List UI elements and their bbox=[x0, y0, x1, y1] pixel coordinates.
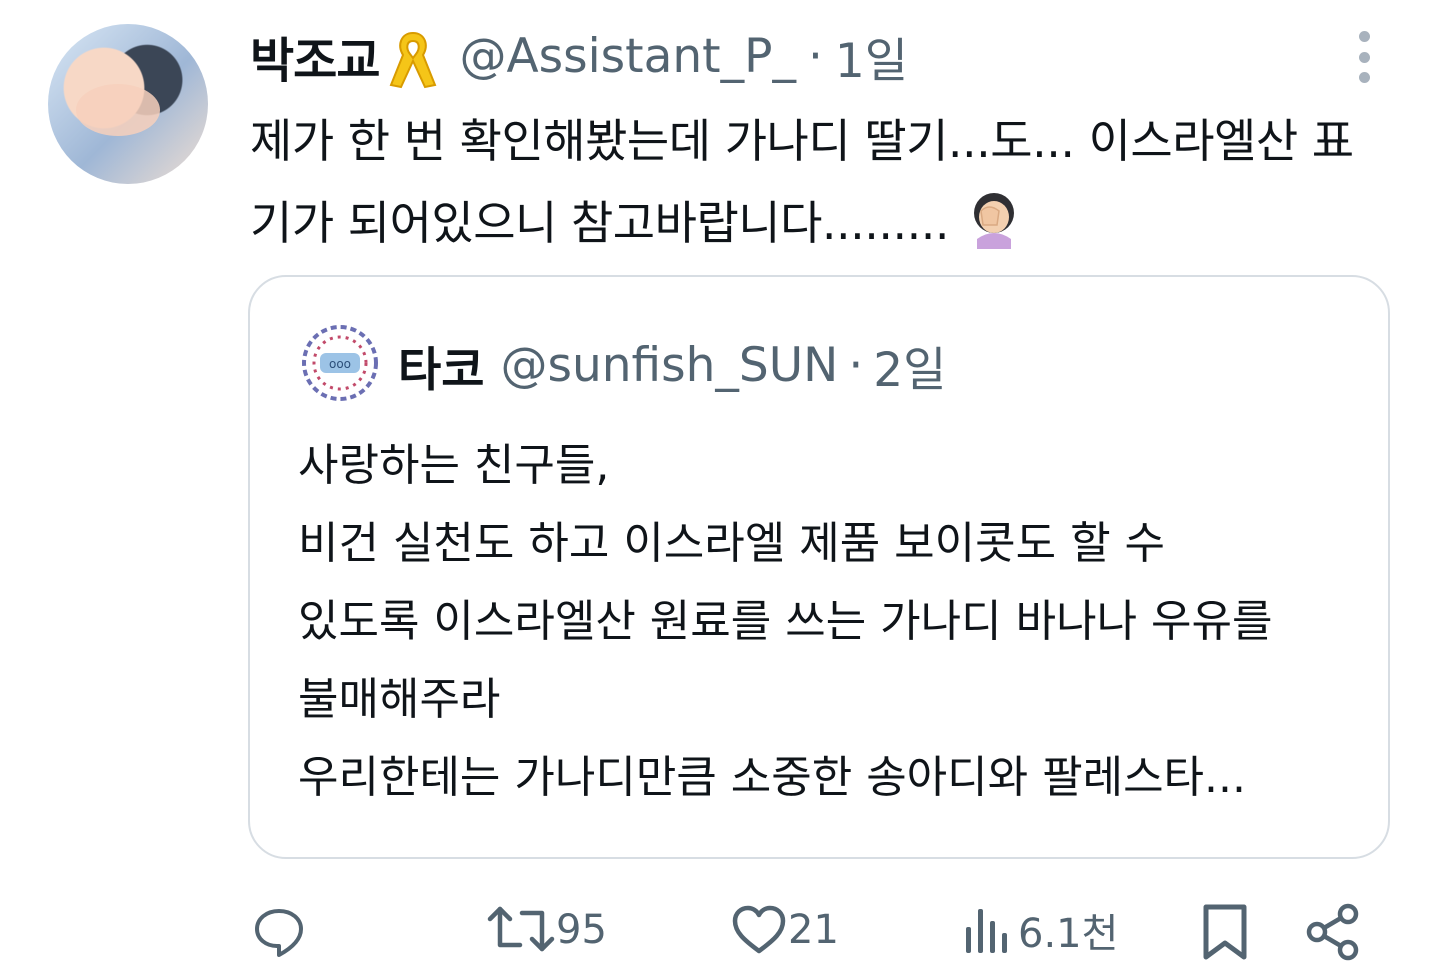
like-count: 21 bbox=[788, 907, 839, 953]
timestamp[interactable]: 1일 bbox=[835, 22, 908, 91]
face-palm-icon bbox=[967, 191, 1021, 249]
quote-handle[interactable]: @sunfish_SUN bbox=[500, 338, 838, 393]
svg-text:ooo: ooo bbox=[329, 357, 351, 371]
quote-avatar[interactable]: ooo bbox=[300, 323, 380, 403]
tweet-text: 제가 한 번 확인해봤는데 가나디 딸기...도... 이스라엘산 표기가 되어… bbox=[250, 100, 1395, 264]
reply-button[interactable] bbox=[250, 901, 308, 959]
retweet-button[interactable]: 95 bbox=[486, 901, 607, 959]
tweet-header: 박조교 @Assistant_P_ · 1일 bbox=[250, 20, 908, 92]
quote-display-name[interactable]: 타코 bbox=[398, 331, 484, 400]
share-icon bbox=[1306, 903, 1359, 961]
quote-separator-dot: · bbox=[848, 337, 864, 393]
like-button[interactable]: 21 bbox=[730, 901, 839, 959]
analytics-icon bbox=[966, 909, 1007, 953]
yellow-ribbon-icon bbox=[385, 27, 441, 91]
retweet-icon bbox=[487, 906, 555, 952]
heart-icon bbox=[732, 905, 786, 954]
retweet-count: 95 bbox=[556, 907, 607, 953]
reply-icon bbox=[255, 909, 303, 957]
handle[interactable]: @Assistant_P_ bbox=[459, 29, 795, 84]
bookmark-icon bbox=[1203, 904, 1247, 960]
share-button[interactable] bbox=[1302, 901, 1364, 963]
avatar[interactable] bbox=[48, 24, 208, 184]
action-bar: 95 21 6.1천 bbox=[0, 895, 1440, 970]
quote-text: 사랑하는 친구들, 비건 실천도 하고 이스라엘 제품 보이콧도 할 수 있도록… bbox=[298, 440, 1273, 803]
quote-header: 타코 @sunfish_SUN · 2일 bbox=[398, 329, 946, 401]
views-count: 6.1천 bbox=[1018, 911, 1119, 957]
display-name[interactable]: 박조교 bbox=[250, 21, 380, 91]
more-options-icon[interactable] bbox=[1358, 31, 1370, 83]
quoted-tweet[interactable]: ooo 타코 @sunfish_SUN · 2일 사랑하는 친구들, 비건 실천… bbox=[248, 275, 1390, 859]
tweet-text-content: 제가 한 번 확인해봤는데 가나디 딸기...도... 이스라엘산 표기가 되어… bbox=[250, 114, 1354, 250]
bookmark-button[interactable] bbox=[1196, 901, 1254, 963]
views-button[interactable]: 6.1천 bbox=[960, 901, 1118, 959]
separator-dot: · bbox=[807, 28, 823, 84]
quote-timestamp[interactable]: 2일 bbox=[873, 331, 946, 400]
